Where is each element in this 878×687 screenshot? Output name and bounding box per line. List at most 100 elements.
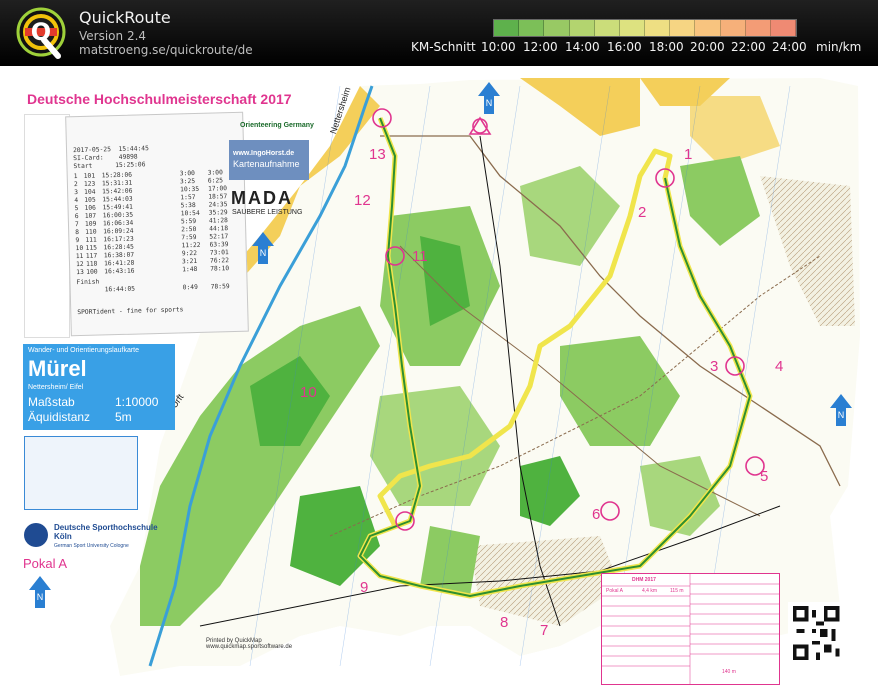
app-url[interactable]: matstroeng.se/quickroute/de xyxy=(79,43,253,57)
quickroute-header: Q QuickRoute Version 2.4 matstroeng.se/q… xyxy=(0,0,878,66)
split-n: 6 xyxy=(74,213,79,221)
split-leg: 9:22 xyxy=(181,249,198,258)
split-finish-total: 78:59 xyxy=(210,283,230,291)
split-finish-time: 16:44:05 xyxy=(104,285,136,294)
split-n: 10 xyxy=(75,244,84,253)
north-arrow-icon: N xyxy=(29,576,51,608)
university-name: Deutsche Sporthochschule Köln xyxy=(54,523,158,541)
split-code: 115 xyxy=(85,244,98,252)
sponsor-logo: MADA xyxy=(231,188,293,208)
split-leg: 11:22 xyxy=(181,241,201,250)
split-total: 73:01 xyxy=(209,249,229,257)
qr-code xyxy=(788,602,844,664)
svg-text:N: N xyxy=(486,98,493,108)
split-total: 3:00 xyxy=(207,169,223,177)
split-leg: 5:38 xyxy=(180,201,196,210)
split-time: 16:28:45 xyxy=(103,243,135,252)
kartenaufnahme-text: Kartenaufnahme xyxy=(233,159,300,169)
map-name: Mürel xyxy=(28,356,87,381)
speed-color-segment xyxy=(720,20,746,36)
split-code: 109 xyxy=(84,220,97,228)
university-logo: Deutsche Sporthochschule Köln German Spo… xyxy=(24,521,174,553)
split-n: 12 xyxy=(75,260,84,269)
app-version: Version 2.4 xyxy=(79,29,147,43)
speed-tick: 14:00 xyxy=(565,40,600,54)
orienteering-germany-logo: Orienteering Germany xyxy=(240,122,314,129)
split-time: 16:43:16 xyxy=(104,267,135,276)
split-total: 76:22 xyxy=(209,257,230,265)
speed-color-segment xyxy=(670,20,696,36)
control-number: 6 xyxy=(592,506,601,523)
split-total: 35:29 xyxy=(208,209,228,217)
north-arrow-icon: N xyxy=(478,82,500,114)
split-leg: 3:25 xyxy=(179,177,196,186)
split-code: 117 xyxy=(85,252,98,260)
credits-box xyxy=(24,436,138,510)
split-leg: 3:00 xyxy=(179,169,195,178)
split-time: 15:49:41 xyxy=(102,203,133,212)
control-number: 10 xyxy=(300,384,317,401)
speed-color-segment xyxy=(494,20,520,36)
split-leg: 5:59 xyxy=(180,217,197,226)
control-number: 8 xyxy=(500,614,509,631)
speed-tick: 22:00 xyxy=(731,40,766,54)
split-code: 118 xyxy=(85,260,98,268)
description-grid xyxy=(602,574,779,684)
split-total: 63:39 xyxy=(209,241,229,249)
split-n: 11 xyxy=(75,252,84,261)
map-location: Nettersheim/ Eifel xyxy=(28,384,84,391)
control-number: 1 xyxy=(684,146,693,163)
svg-text:Q: Q xyxy=(31,18,51,46)
split-leg: 10:54 xyxy=(180,209,200,218)
event-title: Deutsche Hochschulmeisterschaft 2017 xyxy=(27,91,292,107)
split-code: 104 xyxy=(84,188,96,196)
ingohorst-banner: www.IngoHorst.de Kartenaufnahme xyxy=(229,140,309,180)
split-total: 78:10 xyxy=(210,265,230,273)
control-number: 7 xyxy=(540,622,549,639)
split-n: 8 xyxy=(75,229,80,237)
control-number: 11 xyxy=(412,248,428,265)
map-info-subtitle: Wander- und Orientierungslaufkarte xyxy=(28,347,140,354)
split-total: 17:00 xyxy=(208,185,228,193)
north-arrow-icon: N xyxy=(830,394,852,426)
map-legend-symbols xyxy=(24,114,70,338)
speed-legend-label: KM-Schnitt xyxy=(411,40,476,54)
control-number: 9 xyxy=(360,579,369,596)
speed-tick: 20:00 xyxy=(690,40,725,54)
split-finish-label: Finish xyxy=(76,278,100,287)
split-total: 41:28 xyxy=(208,217,228,225)
split-n: 2 xyxy=(73,181,78,189)
speed-color-segment xyxy=(645,20,671,36)
speed-unit: min/km xyxy=(816,40,862,54)
split-leg: 2:50 xyxy=(181,225,197,234)
split-leg: 10:35 xyxy=(180,185,200,194)
speed-color-segment xyxy=(770,20,797,36)
speed-color-bar xyxy=(493,19,797,37)
split-total: 6:25 xyxy=(207,177,224,185)
map-info-box: Wander- und Orientierungslaufkarte Mürel… xyxy=(23,344,175,430)
svg-text:N: N xyxy=(838,410,845,420)
printed-by: Printed by QuickMap www.quickmap.sportso… xyxy=(206,638,292,650)
north-arrow-icon: N xyxy=(252,232,274,264)
speed-color-segment xyxy=(544,20,570,36)
speed-tick: 24:00 xyxy=(772,40,807,54)
university-english: German Sport University Cologne xyxy=(54,543,129,549)
split-time: 15:44:03 xyxy=(102,195,133,204)
speed-tick: 18:00 xyxy=(649,40,684,54)
university-emblem-icon xyxy=(24,523,48,547)
split-code: 106 xyxy=(84,204,97,212)
printed-by-url: www.quickmap.sportsoftware.de xyxy=(206,644,293,650)
ingohorst-text: www.IngoHorst.de xyxy=(233,150,295,157)
si-split-printout: 2017-05-25 15:44:45 SI-Card: 49898 Start… xyxy=(65,111,249,337)
split-code: 107 xyxy=(84,212,97,220)
orienteering-map[interactable]: Deutsche Hochschulmeisterschaft 2017 201… xyxy=(0,66,878,687)
scale-value: 1:10000 xyxy=(115,395,159,409)
split-leg: 3:21 xyxy=(181,257,198,266)
split-code: 100 xyxy=(86,268,98,276)
control-number: 12 xyxy=(354,192,371,209)
speed-color-segment xyxy=(569,20,595,36)
split-footer: SPORTident - fine for sports xyxy=(77,306,184,317)
control-number: 2 xyxy=(638,204,647,221)
contour-label: Äquidistanz xyxy=(28,410,91,424)
split-n: 7 xyxy=(74,221,79,229)
